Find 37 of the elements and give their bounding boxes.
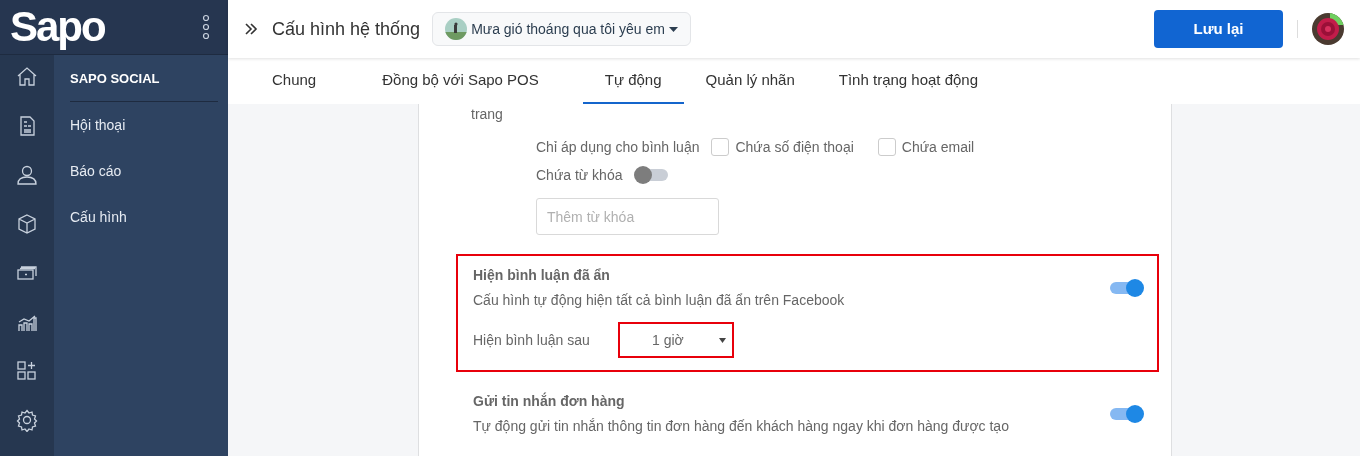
tab[interactable]: Chung <box>250 58 339 104</box>
checkbox-label: Chứa email <box>901 137 975 157</box>
settings-icon[interactable] <box>15 408 39 432</box>
tab[interactable]: Đồng bộ với Sapo POS <box>338 58 583 104</box>
tab[interactable]: Quản lý nhãn <box>683 58 817 104</box>
checkbox[interactable] <box>711 138 730 156</box>
caret-icon <box>668 26 678 32</box>
home-icon[interactable] <box>15 65 39 89</box>
apps-icon[interactable] <box>15 359 39 383</box>
sidebar-item[interactable]: Báo cáo <box>70 148 218 195</box>
section-description: Tự động gửi tin nhắn thông tin đơn hàng đến khách hàng ngay khi đơn hàng được tạo <box>473 417 1009 436</box>
user-icon[interactable] <box>15 163 39 187</box>
save-button[interactable]: Lưu lại <box>1154 10 1283 48</box>
toggle-switch[interactable] <box>1108 405 1144 423</box>
more-icon[interactable] <box>202 14 210 40</box>
checkbox[interactable] <box>877 138 896 156</box>
cut-text: trang <box>470 105 504 124</box>
box-icon[interactable] <box>15 212 39 236</box>
filter-label: Chỉ áp dụng cho bình luận <box>536 137 700 157</box>
tab[interactable]: Tình trạng hoạt động <box>816 58 1001 104</box>
time-select[interactable]: 1 giờ <box>618 322 734 358</box>
sidebar-heading: SAPO SOCIAL <box>70 69 218 102</box>
page-title: Cấu hình hệ thống <box>272 17 421 41</box>
section-title: Gửi tin nhắn đơn hàng <box>473 391 626 411</box>
keyword-label: Chứa từ khóa <box>536 165 623 185</box>
sidebar-item[interactable]: Hội thoại <box>70 102 218 149</box>
page-selector[interactable]: Mưa gió thoáng qua tôi yêu em <box>432 12 691 46</box>
section-title: Hiện bình luận đã ẩn <box>473 266 611 285</box>
logo: Sapo <box>10 6 105 48</box>
setting-label: Hiện bình luận sau <box>473 330 591 350</box>
toggle-switch[interactable] <box>1108 279 1144 297</box>
keyword-input[interactable]: Thêm từ khóa <box>536 198 719 235</box>
double-chevron-icon[interactable] <box>244 22 258 36</box>
caret-icon <box>719 337 726 343</box>
checkbox-label: Chứa số điện thoại <box>735 137 854 157</box>
sidebar-item[interactable]: Cấu hình <box>70 194 218 241</box>
section-description: Cấu hình tự động hiện tất cả bình luận đã ẩn trên Facebook <box>473 291 845 310</box>
